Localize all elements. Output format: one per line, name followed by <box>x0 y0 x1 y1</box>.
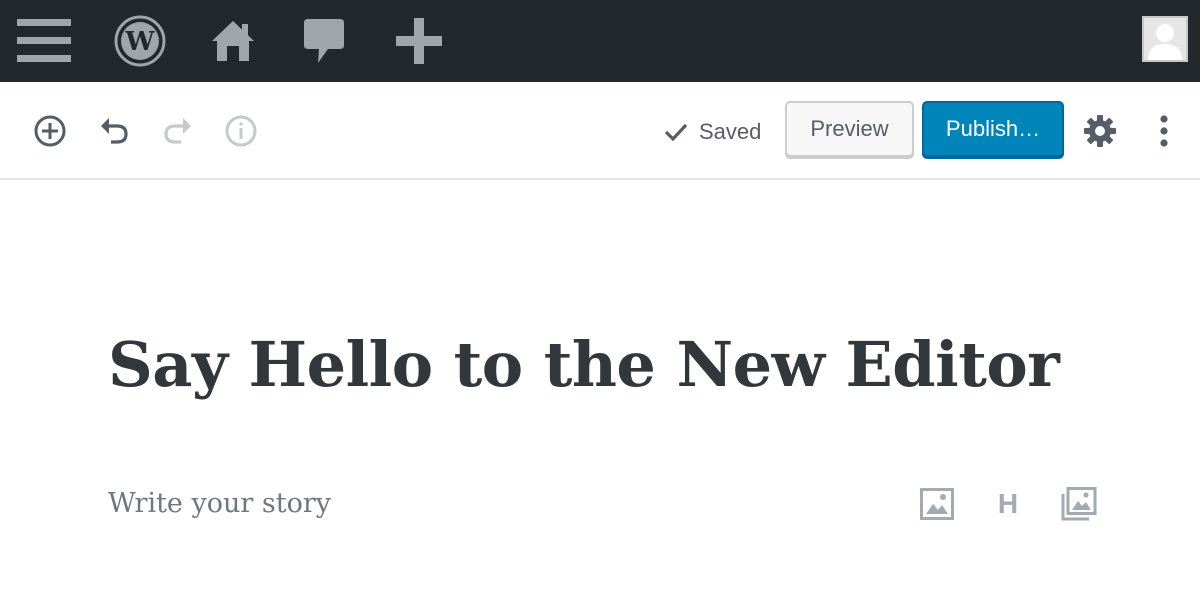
admin-bar: W <box>0 0 1200 82</box>
gallery-icon[interactable] <box>1059 484 1099 524</box>
editor-toolbar: Saved Preview Publish… <box>0 82 1200 180</box>
preview-button[interactable]: Preview <box>785 101 914 157</box>
redo-icon[interactable] <box>158 111 198 151</box>
heading-icon[interactable]: H <box>988 484 1028 524</box>
svg-text:W: W <box>124 27 155 57</box>
add-block-icon[interactable] <box>30 111 70 151</box>
saved-label: Saved <box>699 119 762 144</box>
info-icon[interactable] <box>221 111 261 151</box>
publish-button[interactable]: Publish… <box>922 101 1064 157</box>
image-icon[interactable] <box>917 484 957 524</box>
wordpress-logo-icon[interactable]: W <box>112 0 168 82</box>
saved-indicator: Saved <box>663 117 761 147</box>
gear-icon[interactable] <box>1080 111 1120 151</box>
more-options-icon[interactable] <box>1144 111 1184 151</box>
post-title[interactable]: Say Hello to the New Editor <box>108 322 1060 408</box>
default-block-placeholder[interactable]: Write your story <box>108 486 331 522</box>
plus-icon[interactable] <box>392 0 446 82</box>
checkmark-icon <box>663 121 689 143</box>
comment-icon[interactable] <box>298 0 350 82</box>
heading-glyph: H <box>997 488 1019 519</box>
menu-icon[interactable] <box>16 0 72 82</box>
home-icon[interactable] <box>206 0 260 82</box>
undo-icon[interactable] <box>94 111 134 151</box>
user-avatar-icon[interactable] <box>1142 16 1188 62</box>
